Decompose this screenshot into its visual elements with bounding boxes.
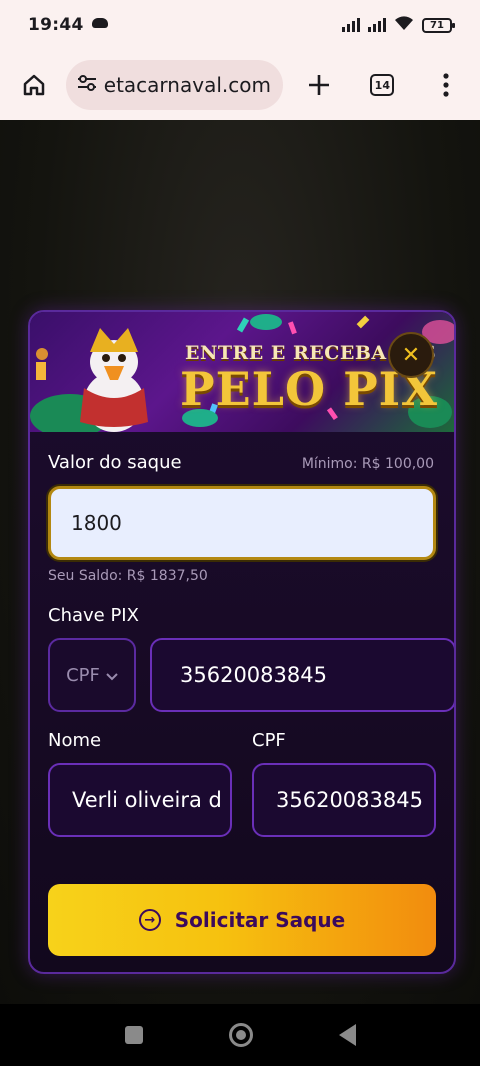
- minimum-hint: Mínimo: R$ 100,00: [301, 456, 434, 472]
- balance-text: Seu Saldo: R$ 1837,50: [48, 568, 208, 584]
- new-tab-icon[interactable]: [299, 65, 339, 105]
- cpf-input[interactable]: 35620083845: [252, 763, 436, 837]
- close-icon[interactable]: ✕: [402, 343, 420, 368]
- close-button[interactable]: ✕: [388, 332, 434, 378]
- amount-input[interactable]: 1800: [48, 486, 436, 560]
- tab-count[interactable]: 14: [370, 74, 395, 96]
- promo-banner: ENTRE E RECEBA FAS PELO PIX ✕: [30, 312, 454, 432]
- browser-toolbar: etacarnaval.com 14: [0, 50, 480, 120]
- home-icon[interactable]: [14, 65, 54, 105]
- status-indicators: 71: [342, 15, 455, 35]
- recents-icon[interactable]: [124, 1026, 143, 1044]
- site-settings-icon[interactable]: [76, 73, 98, 97]
- mascot-illustration: [80, 328, 148, 432]
- menu-icon[interactable]: [426, 65, 466, 105]
- pix-key-input[interactable]: 35620083845: [150, 638, 454, 712]
- page-backdrop: ENTRE E RECEBA FAS PELO PIX ✕ Valor do s…: [0, 120, 480, 1004]
- name-label: Nome: [48, 730, 102, 751]
- home-nav-icon[interactable]: [228, 1023, 253, 1047]
- request-withdraw-button[interactable]: → Solicitar Saque: [48, 884, 436, 956]
- status-bar: 19:44 71: [0, 0, 480, 50]
- arrow-circle-icon[interactable]: →: [138, 909, 161, 931]
- chevron-down-icon[interactable]: [106, 665, 118, 686]
- signal-icon: [368, 18, 386, 32]
- back-icon[interactable]: [338, 1024, 356, 1046]
- system-nav-bar: [0, 1004, 480, 1066]
- signal-icon: [342, 18, 360, 32]
- address-bar[interactable]: etacarnaval.com: [65, 60, 283, 110]
- tabs-icon[interactable]: 14: [362, 65, 402, 105]
- amount-label: Valor do saque: [48, 452, 182, 473]
- cloud-icon: [91, 18, 108, 28]
- key-type-select[interactable]: CPF: [48, 638, 136, 712]
- status-time: 19:44: [28, 15, 84, 35]
- battery-icon: 71: [422, 17, 455, 33]
- url-text[interactable]: etacarnaval.com: [104, 73, 271, 97]
- cpf-label: CPF: [252, 730, 286, 751]
- pix-key-label: Chave PIX: [48, 605, 139, 626]
- name-input[interactable]: Verli oliveira d: [48, 763, 232, 837]
- withdraw-modal: ENTRE E RECEBA FAS PELO PIX ✕ Valor do s…: [28, 310, 456, 974]
- wifi-icon: [394, 15, 414, 35]
- key-type-value[interactable]: CPF: [66, 665, 100, 686]
- request-withdraw-label[interactable]: Solicitar Saque: [175, 908, 345, 932]
